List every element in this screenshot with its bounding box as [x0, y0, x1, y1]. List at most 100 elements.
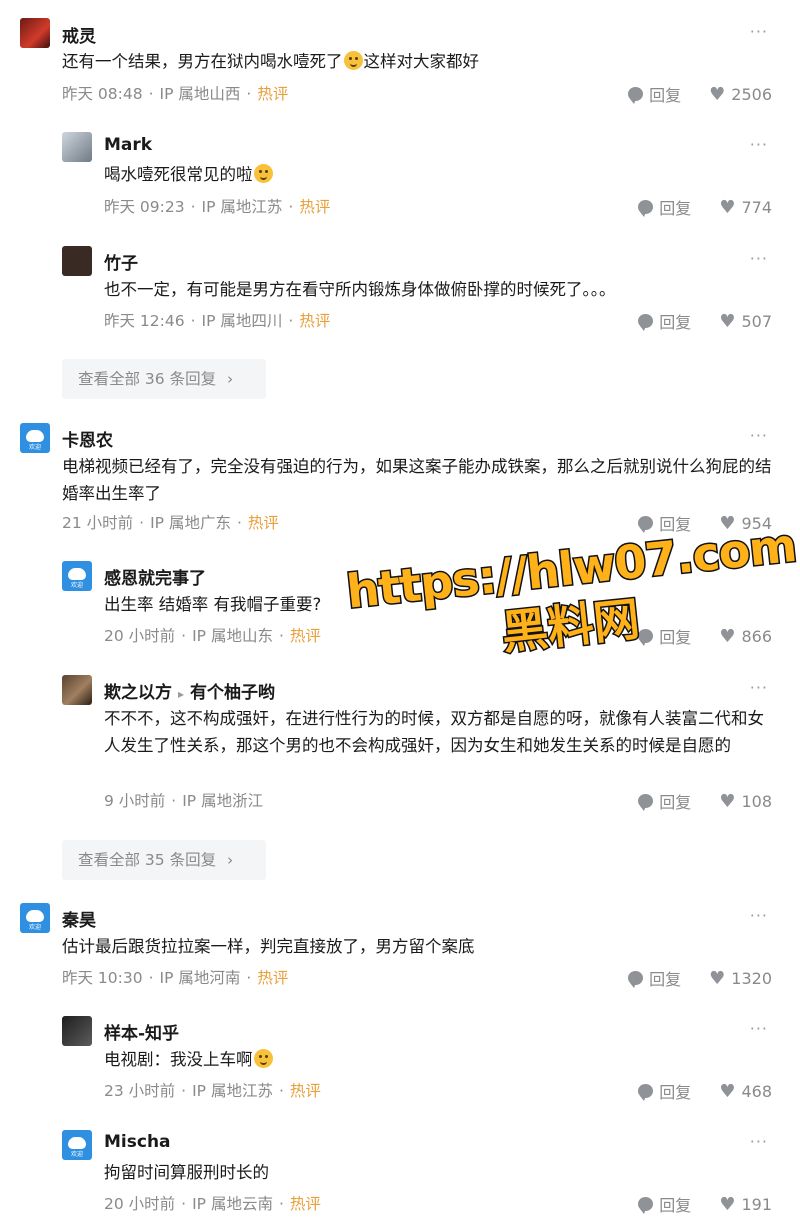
view-all-replies-button[interactable]: 查看全部 35 条回复 ›: [62, 840, 266, 880]
comment-author[interactable]: 戒灵: [62, 22, 96, 47]
ip-location: IP 属地山东: [192, 627, 273, 645]
more-icon[interactable]: ···: [750, 1019, 768, 1038]
reply-icon[interactable]: [638, 516, 654, 533]
reply-icon[interactable]: [628, 971, 644, 988]
comment-text: 不不不，这不构成强奸，在进行性行为的时候，双方都是自愿的呀，就像有人装富二代和女…: [104, 709, 764, 755]
reply-to-name[interactable]: 有个柚子哟: [190, 683, 275, 703]
ip-location: IP 属地浙江: [182, 792, 264, 810]
more-icon[interactable]: ···: [750, 249, 768, 268]
hot-badge: 热评: [257, 969, 289, 987]
comment-meta: 20 小时前 · IP 属地山东 · 热评: [104, 627, 321, 645]
hot-badge: 热评: [299, 198, 331, 216]
avatar[interactable]: [20, 18, 50, 48]
comment-author[interactable]: 欺之以方 ▸ 有个柚子哟: [104, 678, 275, 703]
comment-time: 昨天 08:48: [62, 85, 143, 103]
more-icon[interactable]: ···: [750, 22, 768, 41]
avatar[interactable]: 欢迎: [20, 903, 50, 933]
more-icon[interactable]: ···: [750, 1132, 768, 1151]
like-count: 1320: [731, 968, 772, 988]
comment-author[interactable]: 竹子: [104, 249, 138, 274]
ip-location: IP 属地广东: [150, 514, 231, 532]
view-all-label: 查看全部 36 条回复: [78, 370, 217, 388]
comment-text-part: 还有一个结果，男方在狱内喝水噎死了: [62, 52, 343, 71]
heart-icon[interactable]: ♥: [709, 84, 725, 105]
comment-actions: 回复 ♥ 774: [638, 195, 772, 219]
reply-button[interactable]: 回复: [659, 195, 691, 219]
like-count: 774: [741, 197, 772, 217]
comment-text: 喝水噎死很常见的啦: [104, 161, 764, 188]
comment-text-part: 喝水噎死很常见的啦: [104, 165, 253, 184]
comment-meta: 21 小时前 · IP 属地广东 · 热评: [62, 514, 279, 532]
ip-location: IP 属地江苏: [192, 1082, 273, 1100]
comment-author[interactable]: 卡恩农: [62, 426, 113, 451]
reply-button[interactable]: 回复: [659, 1079, 691, 1103]
comment-text: 拘留时间算服刑时长的: [104, 1163, 269, 1182]
avatar[interactable]: 欢迎: [62, 561, 92, 591]
reply-icon[interactable]: [628, 87, 644, 104]
comment-author[interactable]: Mischa: [104, 1132, 171, 1152]
reply-icon[interactable]: [638, 1084, 654, 1101]
like-count: 2506: [731, 84, 772, 104]
like-count: 108: [741, 791, 772, 811]
reply-button[interactable]: 回复: [659, 1192, 691, 1216]
heart-icon[interactable]: ♥: [719, 197, 735, 218]
chevron-right-icon: ›: [227, 851, 234, 869]
heart-icon[interactable]: ♥: [709, 968, 725, 989]
comment-text-part: 这样对大家都好: [363, 52, 480, 71]
more-icon[interactable]: ···: [750, 678, 768, 697]
comment-text: 也不一定，有可能是男方在看守所内锻炼身体做俯卧撑的时候死了。。。: [104, 280, 616, 299]
ip-location: IP 属地云南: [192, 1195, 273, 1213]
comment-time: 昨天 10:30: [62, 969, 143, 987]
comment-author[interactable]: 秦昊: [62, 906, 96, 931]
comment-author[interactable]: 样本-知乎: [104, 1019, 179, 1044]
comment-author[interactable]: Mark: [104, 135, 152, 155]
hot-badge: 热评: [289, 627, 321, 645]
hot-badge: 热评: [247, 514, 279, 532]
comment-text-part: 电视剧：我没上车啊: [104, 1050, 253, 1069]
reply-icon[interactable]: [638, 1197, 654, 1214]
heart-icon[interactable]: ♥: [719, 1081, 735, 1102]
comment-meta: 昨天 10:30 · IP 属地河南 · 热评: [62, 969, 289, 987]
comment-time: 21 小时前: [62, 514, 134, 532]
more-icon[interactable]: ···: [750, 135, 768, 154]
comment-time: 昨天 09:23: [104, 198, 185, 216]
avatar[interactable]: [62, 246, 92, 276]
comment-actions: 回复 ♥ 507: [638, 309, 772, 333]
avatar[interactable]: 欢迎: [20, 423, 50, 453]
more-icon[interactable]: ···: [750, 426, 768, 445]
comment-actions: 回复 ♥ 2506: [628, 82, 772, 106]
comment-meta: 23 小时前 · IP 属地江苏 · 热评: [104, 1082, 321, 1100]
view-all-label: 查看全部 35 条回复: [78, 851, 217, 869]
heart-icon[interactable]: ♥: [719, 791, 735, 812]
comment-time: 23 小时前: [104, 1082, 176, 1100]
reply-icon[interactable]: [638, 200, 654, 217]
avatar[interactable]: [62, 1016, 92, 1046]
like-count: 191: [741, 1194, 772, 1214]
more-icon[interactable]: ···: [750, 906, 768, 925]
author-name[interactable]: 欺之以方: [104, 683, 172, 703]
ip-location: IP 属地江苏: [201, 198, 283, 216]
comment-actions: 回复 ♥ 468: [638, 1079, 772, 1103]
reply-button[interactable]: 回复: [649, 966, 681, 990]
avatar[interactable]: [62, 675, 92, 705]
watermark: https://hlw07.com 黑料网: [342, 516, 800, 679]
comment-time: 昨天 12:46: [104, 312, 185, 330]
comment-author[interactable]: 感恩就完事了: [104, 564, 206, 589]
comment-meta: 9 小时前 · IP 属地浙江: [104, 792, 264, 810]
reply-button[interactable]: 回复: [659, 789, 691, 813]
ip-location: IP 属地河南: [159, 969, 241, 987]
like-count: 468: [741, 1081, 772, 1101]
reply-icon[interactable]: [638, 794, 654, 811]
view-all-replies-button[interactable]: 查看全部 36 条回复 ›: [62, 359, 266, 399]
comment-meta: 昨天 08:48 · IP 属地山西 · 热评: [62, 85, 289, 103]
avatar[interactable]: [62, 132, 92, 162]
comment-meta: 昨天 09:23 · IP 属地江苏 · 热评: [104, 198, 331, 216]
reply-button[interactable]: 回复: [659, 309, 691, 333]
reply-button[interactable]: 回复: [649, 82, 681, 106]
emoji-icon: [253, 1049, 273, 1068]
avatar[interactable]: 欢迎: [62, 1130, 92, 1160]
emoji-icon: [253, 164, 273, 183]
reply-icon[interactable]: [638, 314, 654, 331]
heart-icon[interactable]: ♥: [719, 311, 735, 332]
heart-icon[interactable]: ♥: [719, 1194, 735, 1215]
